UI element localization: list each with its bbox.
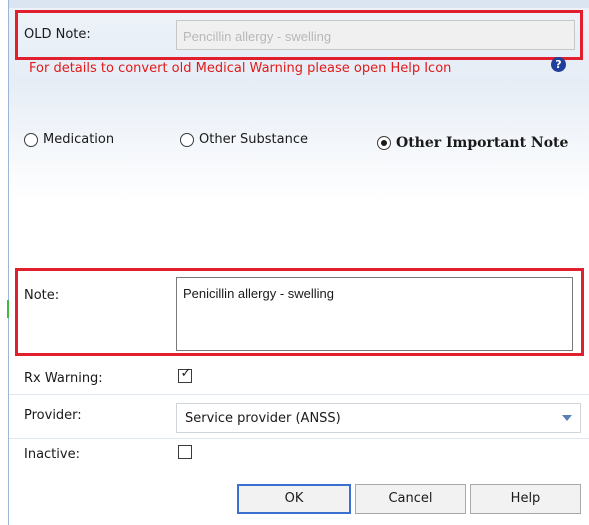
- radio-other-important-note-circle[interactable]: [377, 136, 391, 150]
- dropdown-arrow-icon[interactable]: [562, 415, 572, 421]
- provider-label: Provider:: [24, 408, 82, 423]
- row-divider: [9, 438, 589, 439]
- rx-warning-checkbox[interactable]: ✓: [178, 366, 192, 383]
- window-left-edge: [0, 0, 9, 525]
- provider-value: Service provider (ANSS): [185, 411, 341, 426]
- convert-info-text: For details to convert old Medical Warni…: [29, 61, 452, 76]
- rx-warning-label: Rx Warning:: [24, 371, 103, 386]
- radio-other-substance-label: Other Substance: [199, 132, 309, 147]
- provider-select[interactable]: Service provider (ANSS): [176, 403, 581, 433]
- ok-button[interactable]: OK: [237, 484, 351, 514]
- help-button[interactable]: Help: [470, 484, 581, 514]
- radio-other-substance-circle[interactable]: [180, 132, 194, 147]
- radio-other-substance[interactable]: Other Substance: [180, 132, 308, 147]
- radio-other-important-note[interactable]: Other Important Note: [377, 135, 568, 151]
- inactive-label: Inactive:: [24, 447, 80, 462]
- old-note-label: OLD Note:: [24, 27, 91, 42]
- help-circle-icon[interactable]: ?: [551, 57, 566, 72]
- medical-warning-panel: [9, 0, 589, 525]
- radio-other-important-note-label: Other Important Note: [396, 135, 569, 151]
- radio-medication-circle[interactable]: [24, 132, 38, 147]
- old-note-field: Pencillin allergy - swelling: [176, 20, 575, 50]
- note-textarea[interactable]: Penicillin allergy - swelling: [176, 277, 573, 351]
- radio-medication[interactable]: Medication: [24, 132, 114, 147]
- check-icon: ✓: [180, 366, 192, 381]
- inactive-checkbox[interactable]: [178, 445, 192, 459]
- row-divider: [9, 394, 589, 395]
- note-label: Note:: [24, 288, 60, 303]
- cancel-button[interactable]: Cancel: [355, 484, 466, 514]
- radio-medication-label: Medication: [43, 132, 115, 147]
